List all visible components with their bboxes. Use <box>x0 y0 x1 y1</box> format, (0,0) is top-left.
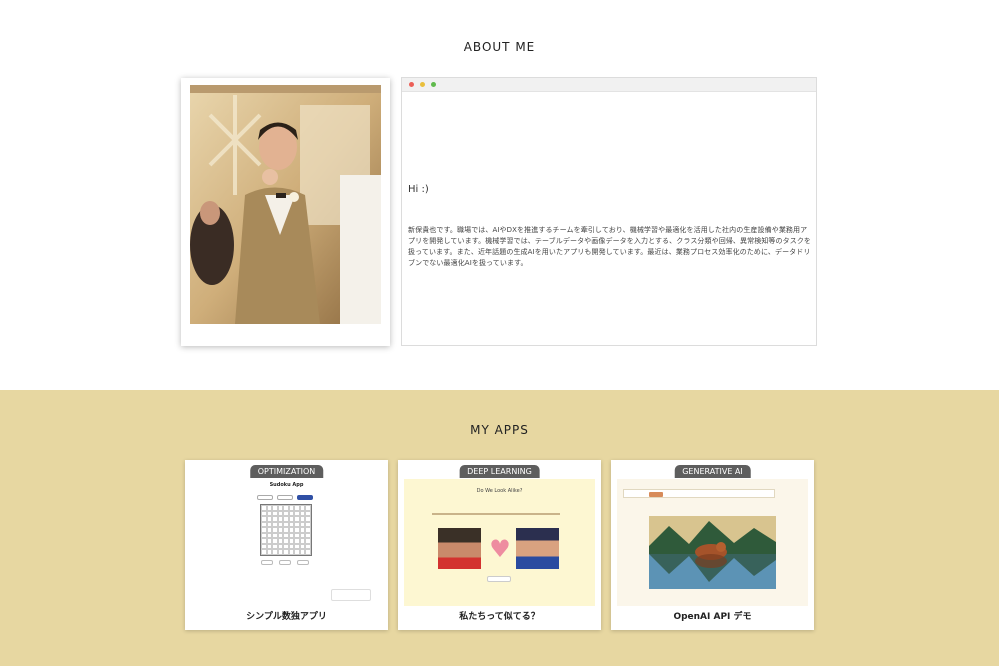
openai-app-screenshot <box>617 479 808 606</box>
app-card-openai[interactable]: GENERATIVE AI OpenAI API デモ <box>611 460 814 630</box>
card-title: 私たちって似てる？ <box>459 612 540 622</box>
window-title-bar <box>402 78 816 92</box>
openai-shot-input <box>623 489 775 498</box>
greeting-text: Hi :) <box>408 184 429 195</box>
sudoku-app-screenshot: Sudoku App <box>191 479 382 606</box>
bio-text: 新保貴也です。職場では、AIやDXを推進するチームを牽引しており、機械学習や最適… <box>408 226 812 267</box>
card-category-tag: DEEP LEARNING <box>459 465 540 478</box>
about-text-window: Hi :) 新保貴也です。職場では、AIやDXを推進するチームを牽引しており、機… <box>401 77 817 346</box>
card-category-tag: GENERATIVE AI <box>674 465 751 478</box>
sudoku-shot-badge <box>331 589 371 601</box>
generated-image <box>649 516 776 589</box>
lookalike-shot-title: Do We Look Alike? <box>476 488 523 494</box>
app-card-lookalike[interactable]: DEEP LEARNING Do We Look Alike? ♥ 私たちって似… <box>398 460 601 630</box>
apps-section-title: MY APPS <box>470 423 529 437</box>
lookalike-app-screenshot: Do We Look Alike? ♥ <box>404 479 595 606</box>
sudoku-shot-buttons <box>257 495 313 500</box>
card-category-tag: OPTIMIZATION <box>249 465 324 478</box>
face-photo-left <box>438 528 481 569</box>
close-dot-icon <box>409 82 414 87</box>
about-section-title: ABOUT ME <box>463 40 536 54</box>
minimize-dot-icon <box>420 82 425 87</box>
maximize-dot-icon <box>431 82 436 87</box>
sudoku-shot-controls <box>261 560 309 565</box>
heart-icon: ♥ <box>489 535 511 563</box>
sudoku-shot-title: Sudoku App <box>269 482 304 488</box>
openai-shot-button <box>649 492 663 497</box>
profile-photo <box>190 85 381 324</box>
card-title: OpenAI API デモ <box>673 612 752 622</box>
sudoku-shot-grid <box>260 504 312 556</box>
face-photo-right <box>516 528 559 569</box>
card-title: シンプル数独アプリ <box>246 612 327 622</box>
lookalike-shot-button <box>487 576 511 582</box>
app-card-sudoku[interactable]: OPTIMIZATION Sudoku App シンプル数独アプリ <box>185 460 388 630</box>
profile-photo-frame <box>181 78 390 346</box>
apps-section: MY APPS OPTIMIZATION Sudoku App シンプル数独アプ… <box>0 390 999 666</box>
